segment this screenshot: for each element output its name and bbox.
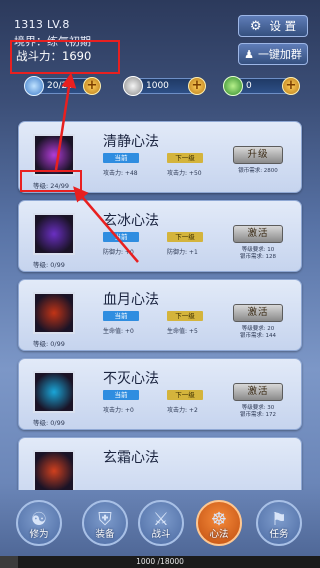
skill-name: 清静心法: [103, 134, 159, 150]
tab-label: 战斗: [151, 529, 171, 540]
bottom-tab-bar: ☯ 修为 ⛨ 装备 ⚔ 战斗 ☸ 心法 ⚑ 任务: [0, 496, 320, 556]
requirement-text: 银币需求: 2800: [238, 168, 278, 174]
tab-flag[interactable]: ⚑ 任务: [256, 500, 302, 546]
blood-slash-icon[interactable]: [33, 292, 75, 334]
current-tag: 当前: [103, 311, 139, 321]
activate-button[interactable]: 激活: [233, 304, 283, 322]
jade-value: 0: [246, 81, 252, 91]
current-stat: 生命值: +0: [103, 328, 134, 335]
current-stat: 防御力: +0: [103, 249, 134, 256]
next-stat: 防御力: +1: [167, 249, 198, 256]
add-energy-button[interactable]: +: [83, 77, 101, 95]
silver-coin-icon: [123, 76, 143, 96]
gear-icon: ⚙: [249, 18, 262, 34]
tab-label: 装备: [95, 529, 115, 540]
energy-icon: [24, 76, 44, 96]
skill-name: 玄冰心法: [103, 213, 159, 229]
penguin-icon: ♟: [244, 47, 254, 61]
tab-armor[interactable]: ⛨ 装备: [82, 500, 128, 546]
highlight-box-level: [20, 170, 82, 192]
frost-fire-icon[interactable]: [33, 450, 75, 490]
add-jade-button[interactable]: +: [282, 77, 300, 95]
add-silver-button[interactable]: +: [188, 77, 206, 95]
skill-card[interactable]: 玄霜心法: [18, 437, 302, 490]
requirement-text: 等级要求: 30 银币需求: 172: [239, 405, 277, 418]
settings-label: 设 置: [269, 19, 297, 33]
tab-label: 心法: [209, 529, 229, 540]
next-level-tag: 下一级: [167, 232, 203, 242]
tab-label: 任务: [269, 529, 289, 540]
tab-flame-mind[interactable]: ☸ 心法: [196, 500, 242, 546]
current-stat: 攻击力: +48: [103, 170, 138, 177]
current-tag: 当前: [103, 232, 139, 242]
highlight-box-power: [10, 40, 120, 74]
skill-name: 玄霜心法: [103, 450, 159, 466]
current-tag: 当前: [103, 153, 139, 163]
next-level-tag: 下一级: [167, 390, 203, 400]
skill-card[interactable]: 玄冰心法等级: 0/99 当前 下一级防御力: +0 防御力: +1 激活等级要求: 1…: [18, 200, 302, 272]
upgrade-button[interactable]: 升级: [233, 146, 283, 164]
current-stat: 攻击力: +0: [103, 407, 134, 414]
skill-card[interactable]: 血月心法等级: 0/99 当前 下一级生命值: +0 生命值: +5 激活等级要求: 2…: [18, 279, 302, 351]
silver-resource: 1000 +: [123, 76, 206, 96]
skill-level: 等级: 0/99: [33, 419, 65, 427]
next-stat: 生命值: +5: [167, 328, 198, 335]
settings-button[interactable]: ⚙ 设 置: [238, 15, 308, 37]
silver-value: 1000: [146, 81, 169, 91]
jade-resource: 0 +: [223, 76, 300, 96]
current-tag: 当前: [103, 390, 139, 400]
energy-value: 20/20: [47, 81, 73, 91]
skill-card[interactable]: 不灭心法等级: 0/99 当前 下一级攻击力: +0 攻击力: +2 激活等级要求: 3…: [18, 358, 302, 430]
skill-level: 等级: 0/99: [33, 261, 65, 269]
tab-crossed-swords[interactable]: ⚔ 战斗: [138, 500, 184, 546]
tab-label: 修为: [29, 529, 49, 540]
experience-text: 1000 /18000: [136, 557, 184, 566]
next-stat: 攻击力: +2: [167, 407, 198, 414]
skill-name: 血月心法: [103, 292, 159, 308]
next-stat: 攻击力: +50: [167, 170, 202, 177]
ice-meditation-icon[interactable]: [33, 213, 75, 255]
join-group-button[interactable]: ♟ 一键加群: [238, 43, 308, 65]
skill-level: 等级: 0/99: [33, 340, 65, 348]
energy-resource: 20/20 +: [24, 76, 101, 96]
tab-meditate[interactable]: ☯ 修为: [16, 500, 62, 546]
activate-button[interactable]: 激活: [233, 383, 283, 401]
next-level-tag: 下一级: [167, 311, 203, 321]
wind-swirl-icon[interactable]: [33, 371, 75, 413]
experience-bar: 1000 /18000: [0, 556, 320, 568]
join-group-label: 一键加群: [257, 48, 302, 61]
next-level-tag: 下一级: [167, 153, 203, 163]
activate-button[interactable]: 激活: [233, 225, 283, 243]
player-level: 1313 LV.8: [14, 18, 70, 31]
jade-gem-icon: [223, 76, 243, 96]
skill-name: 不灭心法: [103, 371, 159, 387]
requirement-text: 等级要求: 20 银币需求: 144: [239, 326, 277, 339]
requirement-text: 等级要求: 10 银币需求: 128: [239, 247, 277, 260]
